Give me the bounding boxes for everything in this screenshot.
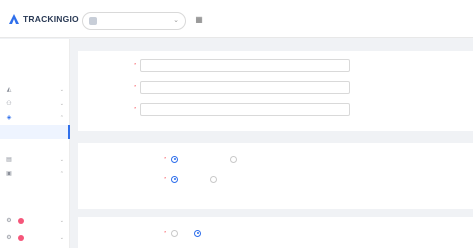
chevron-down-icon: ⌄ [59,101,64,107]
settings-icon: ▣ [6,171,12,177]
text-input[interactable] [140,59,350,72]
radio-group-label: * [164,230,166,235]
sidebar-group[interactable]: ▤ ⌄ [0,153,70,167]
form-row: * [78,81,473,95]
form-label: * [134,62,136,67]
sidebar: ◭ ⌄ ⚇ ⌄ ◈ ⌃ ▤ ⌄ ▣ ⌃ ⚙ ⌄ ⚙ ⌄ [0,39,70,248]
form-label: * [134,106,136,111]
radio-option[interactable] [210,175,220,183]
sidebar-group[interactable]: ⚙ ⌄ [0,214,70,228]
chart-icon: ◭ [6,87,12,93]
form-row: * [78,59,473,73]
chevron-down-icon: ⌄ [59,218,64,224]
chevron-down-icon: ⌄ [59,157,64,163]
brand-name: TRACKINGIO [23,14,79,24]
app-selector[interactable]: ⌄ [82,12,186,30]
form-row: * [78,103,473,117]
radio-group: * [78,227,473,239]
sidebar-item[interactable] [0,181,70,195]
chevron-down-icon: ⌄ [59,235,64,241]
notification-badge [18,218,24,224]
app-root: TRACKINGIO ⌄ ▦ ◭ ⌄ ⚇ ⌄ ◈ ⌃ ▤ ⌄ ▣ ⌃ ⚙ ⌄ ⚙… [0,0,473,248]
text-input[interactable] [140,81,350,94]
sidebar-item[interactable] [0,195,70,209]
radio-option[interactable] [171,155,181,163]
notification-badge [18,235,24,241]
radio-option[interactable] [194,229,204,237]
sidebar-group[interactable]: ⚇ ⌄ [0,97,70,111]
sidebar-item[interactable] [0,69,70,83]
chevron-down-icon: ⌄ [59,87,64,93]
guard-icon: ⚙ [6,235,12,241]
sidebar-group[interactable]: ▣ ⌃ [0,167,70,181]
report-icon: ▤ [6,157,12,163]
grid-icon[interactable]: ▦ [194,15,204,25]
users-icon: ⚇ [6,101,12,107]
brand-logo[interactable]: TRACKINGIO [8,12,79,26]
chevron-up-icon: ⌃ [59,115,64,121]
sidebar-item-active[interactable] [0,125,70,139]
radio-group: * [78,173,473,185]
basic-info-card: * * * [78,51,473,131]
main-content: * * * * * * [70,39,473,248]
radio-group: * [78,153,473,165]
radio-group-label: * [164,156,166,161]
form-label: * [134,84,136,89]
sidebar-item[interactable] [0,41,70,55]
radio-group-label: * [164,176,166,181]
radio-option[interactable] [230,155,240,163]
sidebar-group[interactable]: ◭ ⌄ [0,83,70,97]
megaphone-icon: ◈ [6,115,12,121]
settings-card: * [78,217,473,248]
radio-option[interactable] [171,175,181,183]
chevron-up-icon: ⌃ [59,171,64,177]
sidebar-group[interactable]: ⚙ ⌄ [0,231,70,245]
sidebar-group-open[interactable]: ◈ ⌃ [0,111,70,125]
chevron-down-icon: ⌄ [173,17,179,24]
sidebar-item[interactable] [0,139,70,153]
shield-icon: ⚙ [6,218,12,224]
radio-option[interactable] [171,229,181,237]
url-input[interactable] [140,103,350,116]
app-avatar-icon [89,17,97,25]
logo-mark-icon [9,14,19,24]
options-card: * * [78,143,473,209]
sidebar-item[interactable] [0,55,70,69]
top-bar: TRACKINGIO ⌄ ▦ [0,0,473,38]
